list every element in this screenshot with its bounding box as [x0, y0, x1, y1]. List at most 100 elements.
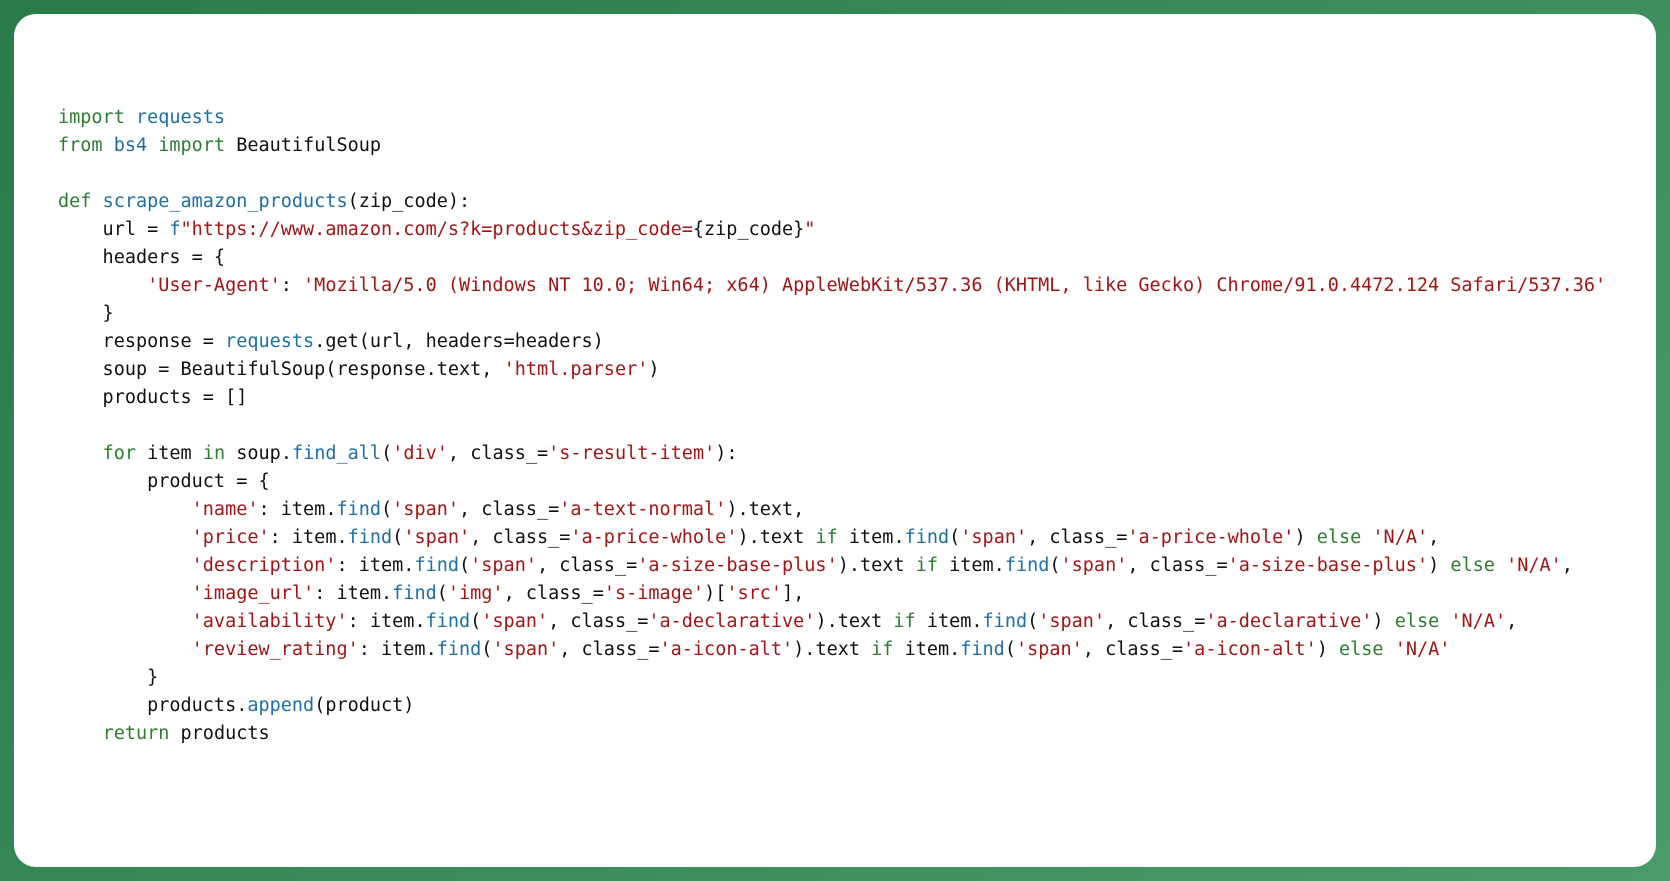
- code-token: =: [1216, 555, 1227, 576]
- code-token: [103, 135, 114, 156]
- code-token: requests: [136, 107, 225, 128]
- code-token: [860, 639, 871, 660]
- code-token: 'a-declarative': [648, 611, 815, 632]
- code-token: (: [1027, 611, 1038, 632]
- code-token: import: [58, 107, 125, 128]
- code-token: if: [893, 611, 915, 632]
- code-token: ): [704, 583, 715, 604]
- code-token: 'price': [192, 527, 270, 548]
- code-token: :: [726, 443, 737, 464]
- code-token: .: [893, 527, 904, 548]
- code-token: ,: [1083, 639, 1105, 660]
- code-token: class_: [1127, 611, 1194, 632]
- code-token: return: [103, 723, 170, 744]
- code-token: ): [648, 359, 659, 380]
- code-token: for: [103, 443, 136, 464]
- code-token: soup: [58, 359, 158, 380]
- code-token: 'description': [192, 555, 337, 576]
- code-token: [882, 611, 893, 632]
- code-token: def: [58, 191, 91, 212]
- code-token: 'a-size-base-plus': [637, 555, 837, 576]
- code-token: =: [648, 639, 659, 660]
- code-token: =: [236, 471, 247, 492]
- code-token: requests: [225, 331, 314, 352]
- code-token: =: [593, 583, 604, 604]
- code-token: .: [281, 443, 292, 464]
- code-token: .: [849, 555, 860, 576]
- code-token: 'a-size-base-plus': [1228, 555, 1428, 576]
- code-token: BeautifulSoup: [181, 359, 326, 380]
- code-token: zip_code: [704, 219, 793, 240]
- code-token: [147, 135, 158, 156]
- code-token: (: [470, 611, 481, 632]
- code-token: ): [737, 527, 748, 548]
- code-token: (: [348, 191, 359, 212]
- code-token: [1384, 639, 1395, 660]
- code-token: [58, 527, 192, 548]
- code-token: find: [983, 611, 1028, 632]
- code-token: [225, 443, 236, 464]
- code-token: {: [693, 219, 704, 240]
- code-token: (: [1005, 639, 1016, 660]
- code-token: .: [749, 527, 760, 548]
- code-token: headers: [515, 331, 593, 352]
- code-token: item: [336, 583, 381, 604]
- code-token: [125, 107, 136, 128]
- code-token: item: [281, 499, 326, 520]
- code-token: ,: [1105, 611, 1127, 632]
- code-token: =: [548, 499, 559, 520]
- code-token: .: [381, 583, 392, 604]
- code-token: [91, 191, 102, 212]
- code-token: }: [58, 667, 158, 688]
- code-token: class_: [492, 527, 559, 548]
- code-token: find: [392, 583, 437, 604]
- code-token: 'span': [1016, 639, 1083, 660]
- code-token: ,: [504, 583, 526, 604]
- code-token: class_: [481, 499, 548, 520]
- code-token: item: [370, 611, 415, 632]
- code-token: [58, 583, 192, 604]
- code-token: class_: [582, 639, 649, 660]
- code-token: .: [971, 611, 982, 632]
- code-token: class_: [559, 555, 626, 576]
- code-token: :: [336, 555, 358, 576]
- code-token: [905, 555, 916, 576]
- code-token: (: [325, 359, 336, 380]
- code-token: text: [860, 555, 905, 576]
- code-token: headers: [426, 331, 504, 352]
- code-token: item: [292, 527, 337, 548]
- code-token: 'span': [492, 639, 559, 660]
- code-token: 'a-icon-alt': [1183, 639, 1317, 660]
- code-token: ,: [537, 555, 559, 576]
- code-token: class_: [1049, 527, 1116, 548]
- code-token: (: [392, 527, 403, 548]
- code-token: if: [815, 527, 837, 548]
- code-token: .: [325, 499, 336, 520]
- code-token: item: [381, 639, 426, 660]
- code-token: .: [994, 555, 1005, 576]
- code-token: find: [1005, 555, 1050, 576]
- code-token: 'N/A': [1506, 555, 1562, 576]
- code-token: item: [905, 639, 950, 660]
- code-token: else: [1339, 639, 1384, 660]
- code-token: ,: [1428, 527, 1439, 548]
- code-token: .: [236, 695, 247, 716]
- code-token: (: [381, 443, 392, 464]
- code-token: ): [726, 499, 737, 520]
- code-token: [158, 219, 169, 240]
- code-token: {: [247, 471, 269, 492]
- code-token: ): [838, 555, 849, 576]
- code-token: .: [426, 359, 437, 380]
- code-token: 'N/A': [1450, 611, 1506, 632]
- code-token: =: [626, 555, 637, 576]
- code-token: [58, 555, 192, 576]
- code-token: [136, 443, 147, 464]
- code-token: 'span': [960, 527, 1027, 548]
- code-token: 'N/A': [1372, 527, 1428, 548]
- code-card: import requests from bs4 import Beautifu…: [14, 14, 1656, 867]
- code-token: ,: [1562, 555, 1573, 576]
- code-token: headers: [58, 247, 192, 268]
- code-token: :: [258, 499, 280, 520]
- code-token: =: [158, 359, 169, 380]
- code-token: [58, 499, 192, 520]
